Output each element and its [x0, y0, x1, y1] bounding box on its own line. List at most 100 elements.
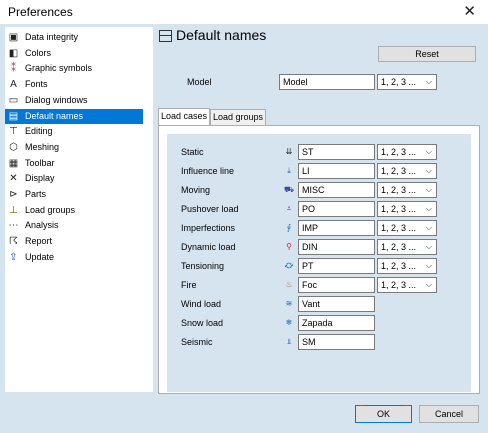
- tab-load-cases[interactable]: Load cases: [158, 108, 210, 125]
- wind-load-name-field[interactable]: Vant: [298, 296, 375, 312]
- static-numbering-value: 1, 2, 3 ...: [381, 147, 417, 157]
- chevron-down-icon: ⌵: [425, 242, 432, 251]
- tree-item-label: Display: [25, 173, 55, 184]
- chevron-down-icon: ⌵: [425, 204, 432, 213]
- dynamic-load-icon: ⚲: [286, 242, 292, 251]
- tree-item-update[interactable]: ⇪ Update: [5, 250, 143, 265]
- imperfections-name-field[interactable]: IMP: [298, 220, 375, 236]
- static-label: Static: [181, 147, 204, 157]
- pushover-load-label: Pushover load: [181, 204, 239, 214]
- tree-item-label: Toolbar: [25, 157, 55, 168]
- fire-numbering-select[interactable]: 1, 2, 3 ... ⌵: [377, 277, 437, 293]
- data-integrity-icon: ▣: [8, 32, 19, 43]
- report-icon: ☈: [9, 236, 18, 248]
- tree-item-label: Fonts: [25, 79, 48, 90]
- dynamic-load-label: Dynamic load: [181, 242, 236, 252]
- editing-icon: ⊤: [9, 126, 18, 138]
- snow-load-icon: ❄: [285, 318, 293, 327]
- default-names-icon: ▤: [8, 110, 19, 122]
- pushover-load-icon: ⩡: [286, 204, 292, 213]
- tree-item-display[interactable]: ✕ Display: [5, 171, 143, 186]
- moving-numbering-select[interactable]: 1, 2, 3 ... ⌵: [377, 182, 437, 198]
- chevron-down-icon: ⌵: [425, 261, 432, 270]
- tree-item-fonts[interactable]: A Fonts: [5, 77, 143, 92]
- imperfections-numbering-select[interactable]: 1, 2, 3 ... ⌵: [377, 220, 437, 236]
- tree-item-label: Update: [25, 251, 55, 262]
- tree-item-label: Default names: [25, 110, 84, 121]
- parts-icon: ⊳: [9, 189, 18, 200]
- ok-button[interactable]: OK: [355, 405, 412, 423]
- tree-item-report[interactable]: ☈ Report: [5, 234, 143, 249]
- model-numbering-select[interactable]: 1, 2, 3 ... ⌵: [377, 74, 437, 90]
- tree-item-load-groups[interactable]: ⊥ Load groups: [5, 203, 143, 218]
- tree-item-label: Analysis: [25, 220, 59, 231]
- dynamic-load-numbering-select[interactable]: 1, 2, 3 ... ⌵: [377, 239, 437, 255]
- model-label: Model: [187, 77, 212, 87]
- model-numbering-value: 1, 2, 3 ...: [381, 77, 417, 87]
- tab-load-groups[interactable]: Load groups: [210, 109, 266, 125]
- static-load-icon: ⇊: [285, 147, 293, 156]
- fire-icon: ♨: [285, 280, 293, 289]
- influence-line-label: Influence line: [181, 166, 235, 176]
- moving-name-field[interactable]: MISC: [298, 182, 375, 198]
- tensioning-label: Tensioning: [181, 261, 225, 271]
- tree-item-data-integrity[interactable]: ▣ Data integrity: [5, 30, 143, 45]
- imperfections-label: Imperfections: [181, 223, 236, 233]
- moving-label: Moving: [181, 185, 211, 195]
- tree-item-colors[interactable]: ◧ Colors: [5, 46, 143, 61]
- tree-item-label: Dialog windows: [25, 94, 88, 105]
- tree-item-analysis[interactable]: ⋯ Analysis: [5, 218, 143, 233]
- tree-item-label: Report: [25, 236, 53, 247]
- seismic-name-field[interactable]: SM: [298, 334, 375, 350]
- tensioning-name-field[interactable]: PT: [298, 258, 375, 274]
- window-title: Preferences: [8, 5, 73, 19]
- snow-load-name-field[interactable]: Zapada: [298, 315, 375, 331]
- fire-name-field[interactable]: Foc: [298, 277, 375, 293]
- tree-item-default-names[interactable]: ▤ Default names: [5, 108, 143, 124]
- influence-line-name-field[interactable]: LI: [298, 163, 375, 179]
- colors-icon: ◧: [8, 47, 19, 59]
- static-name-field[interactable]: ST: [298, 144, 375, 160]
- imperfections-numbering-value: 1, 2, 3 ...: [381, 223, 417, 233]
- graphic-symbols-icon: ⁑: [11, 63, 16, 75]
- tree-item-label: Parts: [25, 189, 47, 199]
- update-icon: ⇪: [9, 251, 18, 263]
- dynamic-load-name-field[interactable]: DIN: [298, 239, 375, 255]
- tree-item-editing[interactable]: ⊤ Editing: [5, 124, 143, 139]
- seismic-icon: ⫫: [286, 337, 292, 346]
- tree-item-label: Colors: [25, 47, 52, 58]
- pushover-load-numbering-select[interactable]: 1, 2, 3 ... ⌵: [377, 201, 437, 217]
- tree-item-label: Load groups: [25, 204, 76, 215]
- moving-numbering-value: 1, 2, 3 ...: [381, 185, 417, 195]
- static-numbering-select[interactable]: 1, 2, 3 ... ⌵: [377, 144, 437, 160]
- influence-line-numbering-value: 1, 2, 3 ...: [381, 166, 417, 176]
- model-name-field[interactable]: Model: [279, 74, 375, 90]
- cancel-button[interactable]: Cancel: [419, 405, 479, 423]
- chevron-down-icon: ⌵: [425, 147, 432, 156]
- tree-item-dialog-windows[interactable]: ▭ Dialog windows: [5, 93, 143, 108]
- chevron-down-icon: ⌵: [425, 223, 432, 232]
- influence-line-numbering-select[interactable]: 1, 2, 3 ... ⌵: [377, 163, 437, 179]
- influence-line-icon: ⤓: [287, 166, 291, 175]
- tree-item-label: Meshing: [25, 141, 60, 152]
- tree-item-label: Graphic symbols: [25, 63, 93, 74]
- pushover-load-name-field[interactable]: PO: [298, 201, 375, 217]
- tensioning-icon: ⛮: [284, 261, 294, 270]
- dynamic-load-numbering-value: 1, 2, 3 ...: [381, 242, 417, 252]
- tensioning-numbering-select[interactable]: 1, 2, 3 ... ⌵: [377, 258, 437, 274]
- preferences-tree[interactable]: ▣ Data integrity ◧ Colors ⁑ Graphic symbols A F…: [5, 27, 153, 392]
- tree-item-meshing[interactable]: ⬡ Meshing: [5, 140, 143, 155]
- close-icon[interactable]: ✕: [463, 2, 476, 20]
- chevron-down-icon: ⌵: [425, 77, 432, 86]
- tree-item-toolbar[interactable]: ▦ Toolbar: [5, 156, 143, 171]
- tree-item-parts[interactable]: ⊳ Parts: [5, 187, 143, 202]
- wind-load-icon: ≋: [285, 299, 293, 308]
- reset-button[interactable]: Reset: [378, 46, 476, 62]
- chevron-down-icon: ⌵: [425, 166, 432, 175]
- pushover-load-numbering-value: 1, 2, 3 ...: [381, 204, 417, 214]
- load-groups-icon: ⊥: [9, 204, 18, 216]
- moving-load-icon: ⛟: [284, 185, 295, 194]
- analysis-icon: ⋯: [8, 220, 19, 232]
- tree-item-label: Data integrity: [25, 32, 79, 42]
- tree-item-graphic-symbols[interactable]: ⁑ Graphic symbols: [5, 61, 143, 76]
